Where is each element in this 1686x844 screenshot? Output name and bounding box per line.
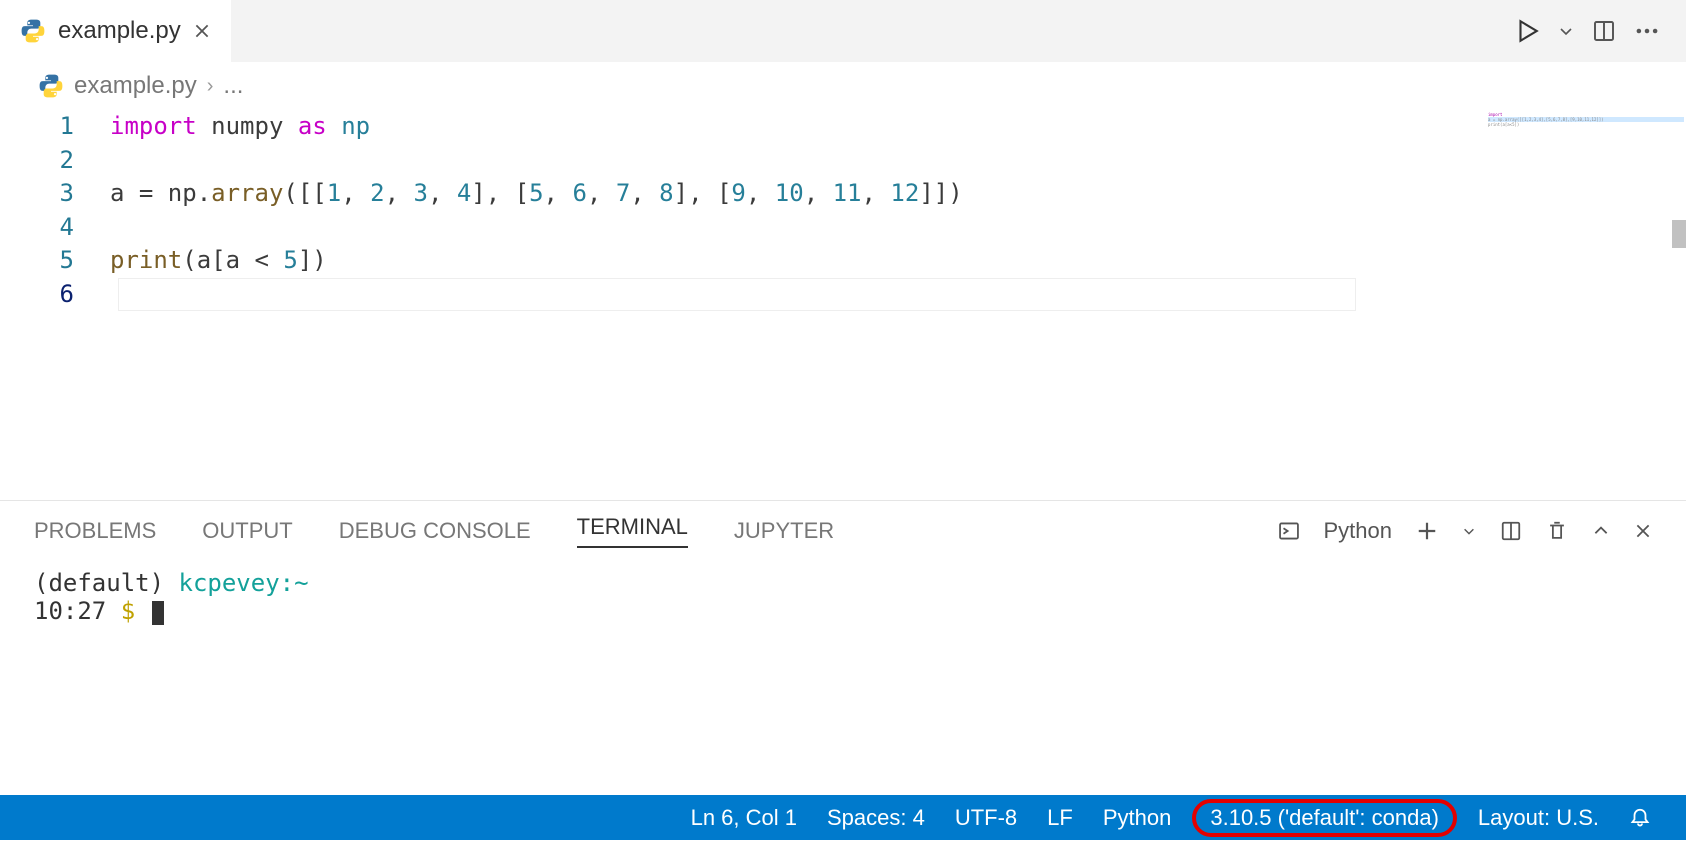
code-text: ]) [298,246,327,274]
terminal-path: ~ [294,569,308,597]
split-terminal-icon[interactable] [1500,520,1522,542]
python-file-icon [38,73,64,99]
split-editor-icon[interactable] [1592,19,1616,43]
python-file-icon [20,18,46,44]
number-literal: 5 [283,246,297,274]
run-dropdown-icon[interactable] [1558,23,1574,39]
status-cursor-position[interactable]: Ln 6, Col 1 [691,805,797,831]
terminal-kind-label[interactable]: Python [1324,518,1393,544]
panel-tab-problems[interactable]: PROBLEMS [34,518,156,544]
line-number: 2 [0,144,74,178]
code-editor[interactable]: 1 2 3 4 5 6 import numpy as np a = np.ar… [0,110,1686,500]
line-number: 3 [0,177,74,211]
panel-tab-jupyter[interactable]: JUPYTER [734,518,834,544]
module-name: numpy [211,112,283,140]
breadcrumb[interactable]: example.py › ... [0,62,1686,110]
file-tab-label: example.py [58,17,181,45]
terminal-env: (default) [34,569,164,597]
status-indentation[interactable]: Spaces: 4 [827,805,925,831]
editor-actions [1514,0,1686,62]
keyword-import: import [110,112,197,140]
terminal-profile-icon[interactable] [1278,520,1300,542]
panel-tab-output[interactable]: OUTPUT [202,518,292,544]
bottom-panel: PROBLEMS OUTPUT DEBUG CONSOLE TERMINAL J… [0,500,1686,795]
file-tab-example[interactable]: example.py [0,0,231,62]
breadcrumb-more[interactable]: ... [223,72,243,100]
terminal-dropdown-icon[interactable] [1462,524,1476,538]
breadcrumb-file[interactable]: example.py [74,72,197,100]
code-line: a = np.array([[1, 2, 3, 4], [5, 6, 7, 8]… [110,179,963,207]
status-bar: Ln 6, Col 1 Spaces: 4 UTF-8 LF Python 3.… [0,795,1686,840]
terminal-userhost: kcpevey: [179,569,295,597]
status-python-interpreter[interactable]: 3.10.5 ('default': conda) [1192,799,1457,837]
line-number: 5 [0,244,74,278]
status-keyboard-layout[interactable]: Layout: U.S. [1478,805,1599,831]
terminal-prompt: $ [121,597,135,625]
status-language[interactable]: Python [1103,805,1172,831]
line-number-gutter: 1 2 3 4 5 6 [0,110,110,500]
chevron-right-icon: › [207,75,214,98]
status-encoding[interactable]: UTF-8 [955,805,1017,831]
terminal-cursor [152,601,164,625]
more-actions-icon[interactable] [1634,18,1660,44]
panel-tab-terminal[interactable]: TERMINAL [577,514,688,548]
panel-actions: Python [1278,518,1653,544]
scrollbar-thumb[interactable] [1672,220,1686,248]
line-number: 6 [0,278,74,312]
panel-tab-bar: PROBLEMS OUTPUT DEBUG CONSOLE TERMINAL J… [0,501,1686,561]
terminal-time: 10:27 [34,597,106,625]
line-number: 4 [0,211,74,245]
code-text: (a[a < [182,246,283,274]
notifications-bell-icon[interactable] [1629,807,1651,829]
editor-tab-bar: example.py [0,0,1686,62]
minimap[interactable]: import a = np.array([[1,2,3,4],[5,6,7,8]… [1486,110,1686,490]
panel-tab-debug[interactable]: DEBUG CONSOLE [339,518,531,544]
run-icon[interactable] [1514,18,1540,44]
close-panel-icon[interactable] [1634,522,1652,540]
alias: np [341,112,370,140]
status-eol[interactable]: LF [1047,805,1073,831]
func-print: print [110,246,182,274]
keyword-as: as [298,112,327,140]
kill-terminal-icon[interactable] [1546,520,1568,542]
code-content[interactable]: import numpy as np a = np.array([[1, 2, … [110,110,1686,500]
new-terminal-icon[interactable] [1416,520,1438,542]
line-number: 1 [0,110,74,144]
terminal[interactable]: (default) kcpevey:~ 10:27 $ [0,561,1686,795]
panel-chevron-up-icon[interactable] [1592,522,1610,540]
close-tab-icon[interactable] [193,22,211,40]
